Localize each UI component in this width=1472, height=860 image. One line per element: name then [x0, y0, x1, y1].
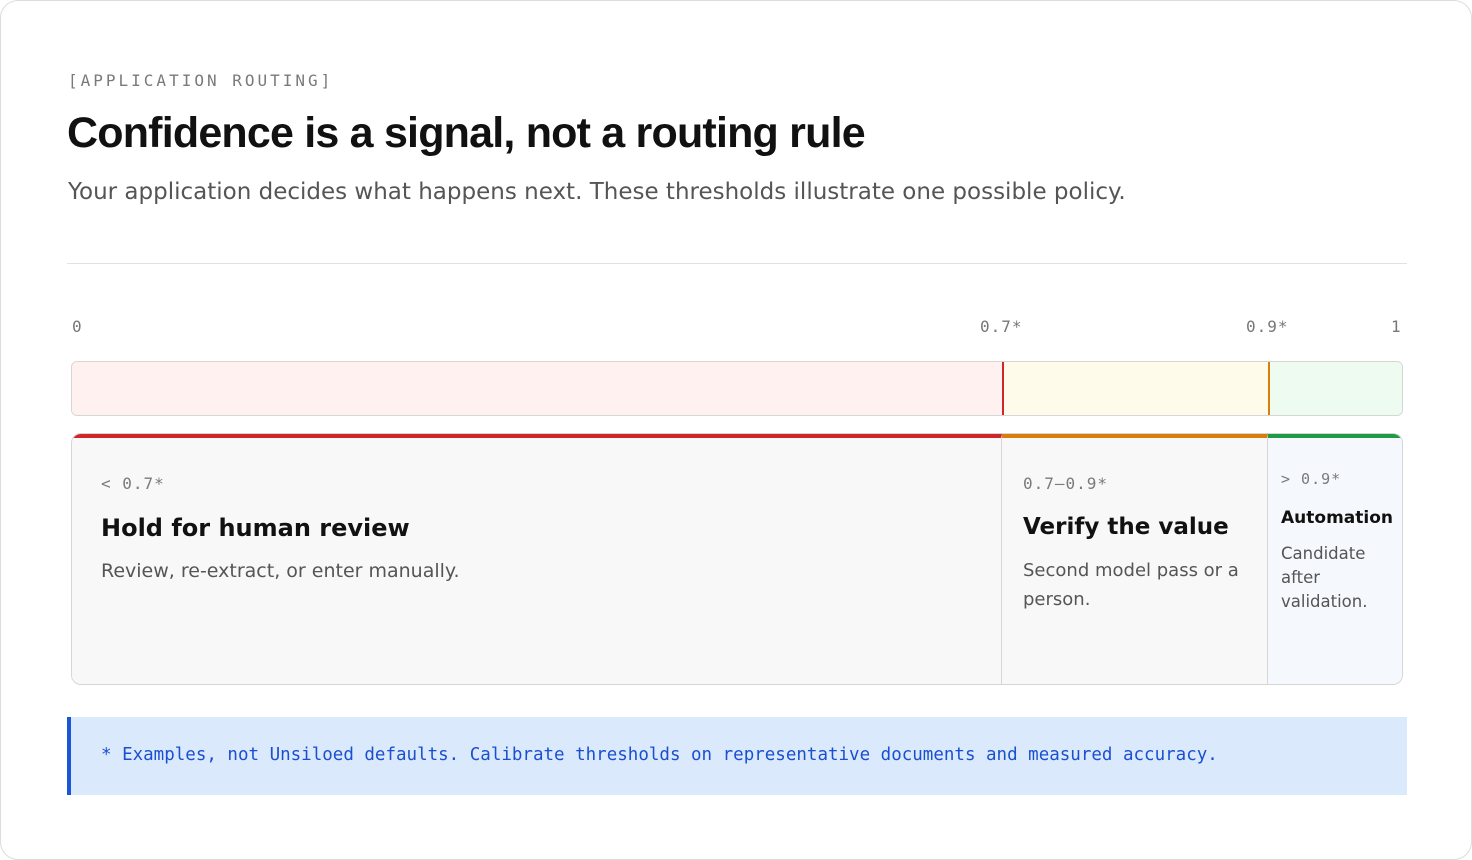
footnote-text: * Examples, not Unsiloed defaults. Calib… [101, 745, 1218, 765]
panel-range: < 0.7* [101, 474, 165, 493]
scale-tick-0-9: 0.9* [1246, 317, 1289, 336]
panel-range: > 0.9* [1281, 470, 1342, 488]
panel-range: 0.7—0.9* [1023, 474, 1109, 493]
scale-tick-0: 0 [72, 317, 83, 336]
scale-tick-0-7: 0.7* [980, 317, 1023, 336]
scale-segment-high [1270, 362, 1402, 415]
scale-segment-low [72, 362, 1004, 415]
panel-human-review: < 0.7* Hold for human review Review, re-… [72, 434, 1002, 684]
confidence-scale-bar [71, 361, 1403, 416]
panel-title: Verify the value [1023, 514, 1229, 540]
panel-title: Hold for human review [101, 514, 410, 542]
panel-verify: 0.7—0.9* Verify the value Second model p… [1002, 434, 1268, 684]
page-subtitle: Your application decides what happens ne… [68, 179, 1126, 205]
routing-panels: < 0.7* Hold for human review Review, re-… [71, 433, 1403, 685]
panel-description: Candidate after validation. [1281, 544, 1368, 611]
routing-card: [APPLICATION ROUTING] Confidence is a si… [0, 0, 1472, 860]
header-divider [67, 263, 1407, 264]
scale-segment-mid [1004, 362, 1270, 415]
footnote-callout: * Examples, not Unsiloed defaults. Calib… [67, 717, 1407, 795]
panel-description: Second model pass or a person. [1023, 560, 1239, 610]
section-eyebrow: [APPLICATION ROUTING] [68, 71, 334, 90]
page-title: Confidence is a signal, not a routing ru… [67, 109, 866, 157]
panel-automation: > 0.9* Automation Candidate after valida… [1268, 434, 1402, 684]
panel-title: Automation [1281, 508, 1393, 528]
panel-description: Review, re-extract, or enter manually. [101, 560, 460, 582]
scale-tick-1: 1 [1391, 317, 1402, 336]
